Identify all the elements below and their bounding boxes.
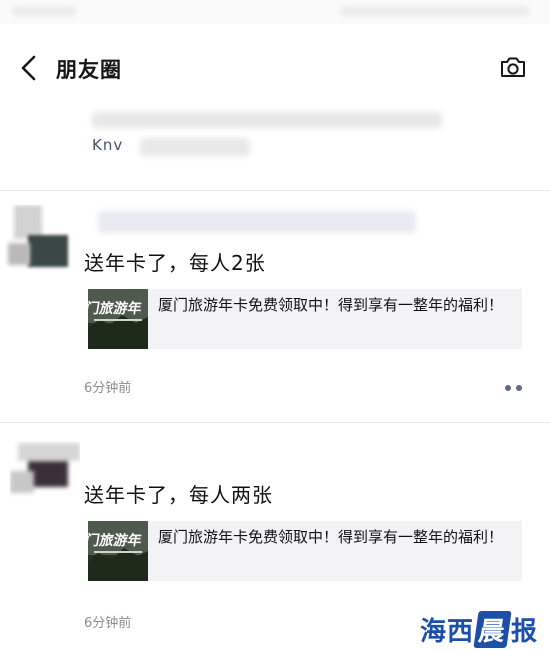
status-blur-right: [340, 6, 530, 16]
post-text: 送年卡了，每人两张: [84, 483, 273, 507]
watermark-part: 报: [511, 617, 539, 647]
link-card-title: 厦门旅游年卡免费领取中！得到享有一整年的福利！: [158, 528, 504, 546]
thumb-caption: 门旅游年: [88, 532, 143, 549]
partial-text: Knv: [92, 136, 124, 154]
post-time: 6分钟前: [84, 616, 132, 631]
link-card[interactable]: 门旅游年 厦门旅游年卡免费领取中！得到享有一整年的福利！: [88, 289, 522, 349]
blurred-username: [98, 211, 416, 233]
post-text: 送年卡了，每人2张: [84, 251, 266, 275]
camera-icon: [501, 57, 525, 77]
blurred-text: [92, 112, 442, 128]
thumb-caption: 门旅游年: [88, 300, 143, 317]
page-title: 朋友圈: [56, 58, 122, 82]
camera-button[interactable]: [496, 52, 530, 82]
status-blur-left: [12, 6, 76, 16]
back-button[interactable]: [12, 48, 46, 88]
watermark-part: 海西: [420, 617, 475, 647]
avatar[interactable]: [4, 205, 82, 275]
top-bar: 朋友圈: [0, 24, 550, 108]
post-time: 6分钟前: [84, 381, 132, 396]
moment-post-1: 送年卡了，每人2张 门旅游年 厦门旅游年卡免费领取中！得到享有一整年的福利！ 6…: [0, 191, 550, 420]
blurred-text: [140, 138, 250, 156]
link-thumbnail: 门旅游年: [88, 521, 148, 581]
avatar[interactable]: [10, 441, 80, 503]
link-card[interactable]: 门旅游年 厦门旅游年卡免费领取中！得到享有一整年的福利！: [88, 521, 522, 581]
link-thumbnail: 门旅游年: [88, 289, 148, 349]
status-bar: [0, 0, 550, 24]
dot-icon: [515, 385, 522, 391]
watermark-logo: 海西 晨 报: [420, 611, 538, 648]
chevron-left-icon: [21, 55, 36, 81]
link-card-title: 厦门旅游年卡免费领取中！得到享有一整年的福利！: [158, 296, 504, 314]
previous-post-fragment: [0, 108, 550, 190]
dot-icon: [504, 385, 511, 391]
watermark-part: 晨: [473, 611, 512, 648]
more-options-button[interactable]: [498, 379, 528, 397]
